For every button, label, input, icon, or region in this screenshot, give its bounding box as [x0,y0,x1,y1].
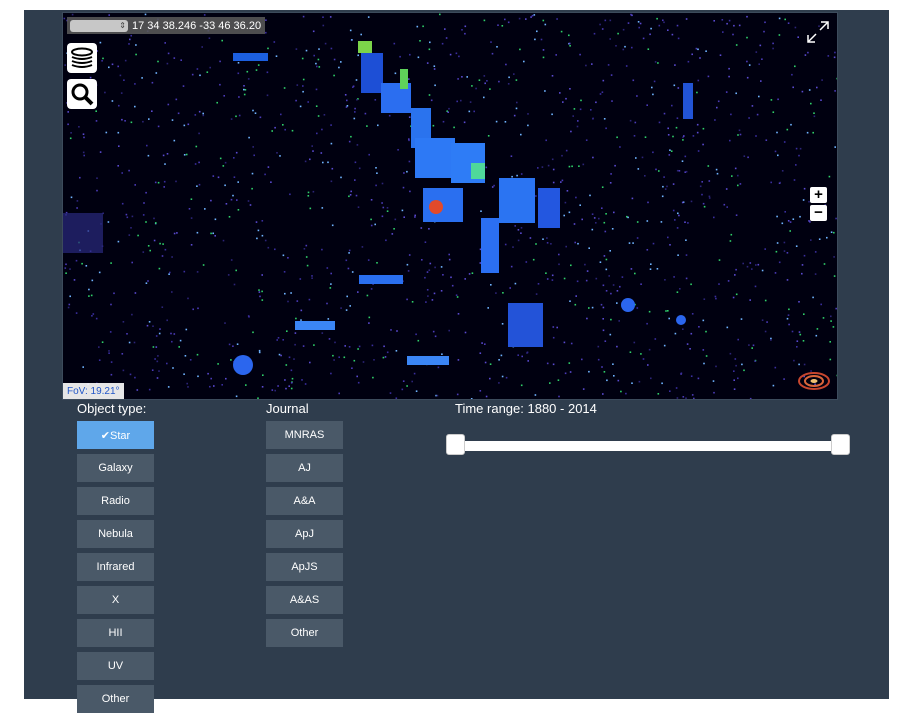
time-range-label: Time range: 1880 - 2014 [455,401,597,416]
filter-uv-button[interactable]: UV [77,652,154,680]
time-range-max-handle[interactable] [831,434,850,455]
frame-select[interactable]: ⇕ [70,19,128,32]
time-range-slider[interactable] [452,441,844,451]
select-arrow-icon: ⇕ [119,21,126,30]
fullscreen-expand-icon[interactable] [805,19,831,45]
journal-label: Journal [266,401,309,416]
filter-nebula-button[interactable]: Nebula [77,520,154,548]
coordinate-bar: ⇕ 17 34 38.246 -33 46 36.20 [67,17,266,34]
time-range-min-handle[interactable] [446,434,465,455]
journal-apj-button[interactable]: ApJ [266,520,343,548]
filter-infrared-button[interactable]: Infrared [77,553,154,581]
zoom-in-button[interactable]: + [810,187,827,203]
search-icon [71,83,94,106]
coordinates-readout: 17 34 38.246 -33 46 36.20 [132,19,262,32]
zoom-out-button[interactable]: − [810,205,827,221]
search-button[interactable] [67,79,97,109]
journal-aas-button[interactable]: A&AS [266,586,343,614]
layers-button[interactable] [67,43,97,73]
journal-apjs-button[interactable]: ApJS [266,553,343,581]
filter-star-button[interactable]: ✔Star [77,421,154,449]
sky-image[interactable] [63,13,837,399]
filter-galaxy-button[interactable]: Galaxy [77,454,154,482]
filter-radio-button[interactable]: Radio [77,487,154,515]
galaxy-icon [798,372,830,390]
fov-readout: FoV: 19.21° [63,383,124,399]
object-type-filters: ✔Star Galaxy Radio Nebula Infrared X HII… [77,421,154,713]
journal-aa-button[interactable]: A&A [266,487,343,515]
object-type-label: Object type: [77,401,147,416]
sky-viewer[interactable]: ⇕ 17 34 38.246 -33 46 36.20 + − FoV: 19.… [62,12,838,400]
filter-x-button[interactable]: X [77,586,154,614]
journal-aj-button[interactable]: AJ [266,454,343,482]
filter-hii-button[interactable]: HII [77,619,154,647]
journal-filters: MNRAS AJ A&A ApJ ApJS A&AS Other [266,421,343,647]
filter-other-type-button[interactable]: Other [77,685,154,713]
journal-other-button[interactable]: Other [266,619,343,647]
journal-mnras-button[interactable]: MNRAS [266,421,343,449]
layers-icon [71,47,93,68]
